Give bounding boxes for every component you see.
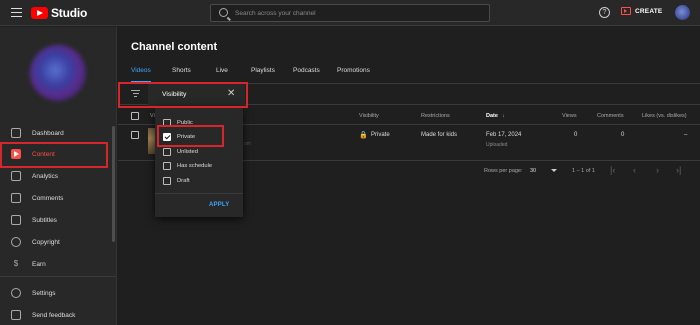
column-restrictions[interactable]: Restrictions (421, 113, 450, 119)
search-input[interactable] (235, 7, 475, 20)
has-schedule-checkbox[interactable] (163, 162, 171, 170)
row-date-status: Uploaded (486, 142, 508, 148)
tab-videos[interactable]: Videos (131, 67, 151, 83)
sidebar-item-label: Comments (32, 194, 64, 202)
column-views[interactable]: Views (562, 113, 577, 119)
option-has-schedule[interactable]: Has schedule (163, 161, 212, 171)
menu-icon[interactable] (11, 8, 22, 17)
last-page-icon[interactable]: ›| (676, 166, 681, 175)
filter-highlight-box (118, 82, 248, 108)
sidebar-item-label: Send feedback (32, 311, 76, 319)
row-date: Feb 17, 2024 (486, 132, 522, 138)
sidebar-item-label: Copyright (32, 238, 60, 246)
rows-per-page-select[interactable]: 30 (530, 168, 536, 174)
tab-live[interactable]: Live (216, 67, 228, 83)
sidebar-item-settings[interactable]: Settings (0, 282, 112, 304)
earn-icon: $ (13, 259, 19, 268)
studio-logo[interactable]: Studio (31, 6, 87, 20)
select-all-checkbox[interactable] (131, 112, 139, 120)
column-date[interactable]: Date (486, 113, 498, 119)
row-views: 0 (574, 132, 578, 138)
content-highlight-box (0, 142, 108, 168)
search-icon (219, 8, 228, 17)
tab-shorts[interactable]: Shorts (172, 67, 191, 83)
prev-page-icon[interactable]: ‹ (633, 166, 636, 175)
create-button[interactable]: CREATE (620, 6, 663, 16)
comments-icon (11, 193, 21, 203)
sidebar-item-label: Settings (32, 289, 56, 297)
dropdown-divider (155, 193, 243, 194)
sort-arrow-icon[interactable]: ↓ (502, 113, 505, 119)
first-page-icon[interactable]: |‹ (610, 166, 615, 175)
sidebar-item-label: Earn (32, 260, 46, 268)
sidebar-scrollbar[interactable] (112, 126, 115, 242)
app-name: Studio (51, 6, 88, 20)
sidebar-item-label: Subtitles (32, 216, 57, 224)
row-restrictions: Made for kids (421, 132, 458, 138)
search-box[interactable] (210, 4, 490, 22)
sidebar-item-subtitles[interactable]: Subtitles (0, 209, 112, 231)
sidebar-item-earn[interactable]: $ Earn (0, 253, 112, 275)
draft-checkbox[interactable] (163, 177, 171, 185)
youtube-logo-icon (31, 7, 48, 19)
sidebar-item-comments[interactable]: Comments (0, 187, 112, 209)
column-comments[interactable]: Comments (597, 113, 624, 119)
option-label: Has schedule (177, 163, 213, 169)
column-likes[interactable]: Likes (vs. dislikes) (642, 113, 687, 119)
chevron-down-icon[interactable] (551, 169, 557, 172)
tab-podcasts[interactable]: Podcasts (293, 67, 320, 83)
lock-icon: 🔒 (359, 132, 368, 139)
rows-per-page-label: Rows per page: (484, 168, 523, 174)
row-visibility[interactable]: Private (371, 132, 390, 138)
sidebar-item-dashboard[interactable]: Dashboard (0, 122, 112, 144)
create-video-icon (621, 7, 631, 15)
apply-button[interactable]: APPLY (209, 202, 229, 208)
subtitles-icon (11, 215, 21, 225)
row-checkbox[interactable] (131, 131, 139, 139)
option-label: Unlisted (177, 149, 198, 155)
row-comments: 0 (621, 132, 625, 138)
visibility-dropdown: Public Private Unlisted Has schedule Dra… (155, 107, 243, 217)
tab-playlists[interactable]: Playlists (251, 67, 275, 83)
channel-avatar[interactable] (30, 45, 86, 101)
sidebar-divider (0, 276, 116, 277)
row-likes: – (684, 132, 688, 138)
sidebar-item-analytics[interactable]: Analytics (0, 165, 112, 187)
sidebar-item-label: Analytics (32, 172, 59, 180)
page-range: 1 – 1 of 1 (572, 168, 595, 174)
tab-promotions[interactable]: Promotions (337, 67, 370, 83)
analytics-icon (11, 171, 21, 181)
sidebar-item-label: Dashboard (32, 129, 64, 137)
page-title: Channel content (131, 41, 218, 53)
help-icon[interactable]: ? (599, 7, 610, 18)
option-draft[interactable]: Draft (163, 176, 190, 186)
video-description: om (244, 141, 251, 147)
create-label: CREATE (635, 7, 663, 15)
settings-icon (11, 288, 21, 298)
option-label: Draft (177, 178, 190, 184)
feedback-icon (11, 310, 21, 320)
private-highlight-box (157, 125, 224, 147)
unlisted-checkbox[interactable] (163, 148, 171, 156)
top-bar: Studio ? CREATE (0, 0, 700, 26)
next-page-icon[interactable]: › (656, 166, 659, 175)
account-avatar[interactable] (675, 5, 690, 20)
dashboard-icon (11, 128, 21, 138)
sidebar-item-send-feedback[interactable]: Send feedback (0, 304, 112, 325)
sidebar-item-copyright[interactable]: Copyright (0, 231, 112, 253)
copyright-icon (11, 237, 21, 247)
column-visibility[interactable]: Visibility (359, 113, 379, 119)
sidebar: Dashboard Content Analytics Comments Sub… (0, 27, 117, 325)
option-unlisted[interactable]: Unlisted (163, 147, 198, 157)
